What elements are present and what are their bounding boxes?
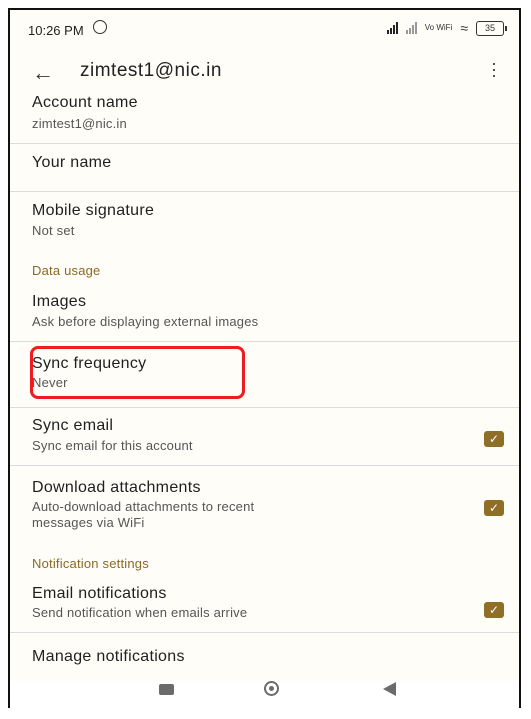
divider <box>10 341 519 342</box>
signal-icon-2 <box>405 22 417 34</box>
more-vert-icon[interactable]: · · · <box>491 54 497 84</box>
download-attachments-value: Auto-download attachments to recent <box>32 499 255 514</box>
sync-email-checkbox[interactable]: ✓ <box>484 431 504 447</box>
notification-settings-header: Notification settings <box>32 556 149 571</box>
status-bar: 10:26 PM Vo WiFi ≈ 35 <box>10 10 519 50</box>
manage-notifications-title: Manage notifications <box>32 648 185 665</box>
images-item[interactable]: Images Ask before displaying external im… <box>10 293 519 341</box>
mobile-signature-value: Not set <box>32 223 75 238</box>
email-notifications-value: Send notification when emails arrive <box>32 605 248 620</box>
phone-screen: 10:26 PM Vo WiFi ≈ 35 ← zimtest1@nic.in … <box>8 8 521 708</box>
download-attachments-item[interactable]: Download attachments Auto-download attac… <box>10 479 519 545</box>
system-navigation-bar <box>10 681 519 708</box>
divider <box>10 143 519 144</box>
account-name-title: Account name <box>32 94 138 111</box>
divider <box>10 407 519 408</box>
recents-button[interactable] <box>159 684 174 695</box>
your-name-title: Your name <box>32 154 112 171</box>
sync-frequency-highlight-box <box>30 346 245 399</box>
vowifi-icon: Vo WiFi <box>424 23 453 32</box>
status-icons: Vo WiFi ≈ 35 <box>386 20 507 36</box>
sync-email-title: Sync email <box>32 417 114 434</box>
back-button[interactable] <box>383 682 396 696</box>
email-notifications-item[interactable]: Email notifications Send notification wh… <box>10 585 519 633</box>
home-button[interactable] <box>264 681 279 696</box>
your-name-item[interactable]: Your name <box>10 154 519 184</box>
download-attachments-title: Download attachments <box>32 479 201 496</box>
account-name-value: zimtest1@nic.in <box>32 116 127 131</box>
wifi-icon: ≈ <box>460 20 468 36</box>
battery-icon: 35 <box>476 20 507 36</box>
checkmark-icon: ✓ <box>488 603 500 617</box>
checkmark-icon: ✓ <box>488 501 500 515</box>
page-title: zimtest1@nic.in <box>80 60 222 81</box>
mobile-signature-item[interactable]: Mobile signature Not set <box>10 202 519 250</box>
signal-icon <box>386 22 398 34</box>
data-usage-header: Data usage <box>32 263 101 278</box>
divider <box>10 632 519 633</box>
email-notifications-title: Email notifications <box>32 585 167 602</box>
mobile-signature-title: Mobile signature <box>32 202 155 219</box>
app-bar: ← zimtest1@nic.in · · · <box>10 48 519 92</box>
alarm-icon <box>93 20 107 34</box>
checkmark-icon: ✓ <box>488 432 500 446</box>
status-time: 10:26 PM <box>28 23 84 38</box>
divider <box>10 465 519 466</box>
account-name-item[interactable]: Account name zimtest1@nic.in <box>10 94 519 142</box>
download-attachments-value-line2: messages via WiFi <box>32 515 145 530</box>
back-arrow-icon[interactable]: ← <box>32 60 54 86</box>
divider <box>10 191 519 192</box>
manage-notifications-item[interactable]: Manage notifications <box>10 648 519 678</box>
sync-email-item[interactable]: Sync email Sync email for this account ✓ <box>10 417 519 465</box>
download-attachments-checkbox[interactable]: ✓ <box>484 500 504 516</box>
email-notifications-checkbox[interactable]: ✓ <box>484 602 504 618</box>
sync-email-value: Sync email for this account <box>32 438 193 453</box>
images-value: Ask before displaying external images <box>32 314 259 329</box>
images-title: Images <box>32 293 87 310</box>
